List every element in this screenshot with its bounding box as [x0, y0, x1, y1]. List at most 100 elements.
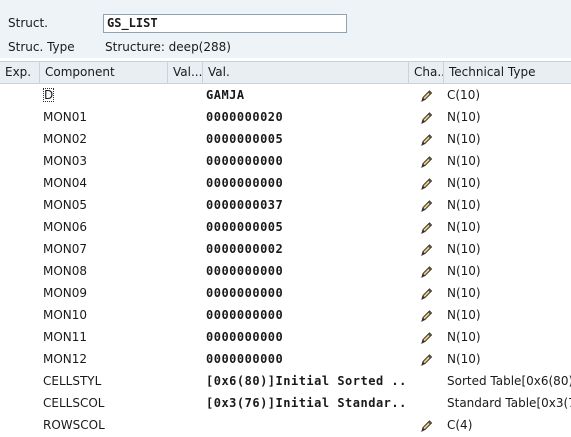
expand-cell[interactable] — [0, 370, 40, 392]
table-row[interactable]: MON07 0000000002 N(10) — [0, 238, 571, 260]
value-cell[interactable]: 0000000000 — [203, 172, 409, 194]
change-cell[interactable] — [409, 326, 444, 348]
change-cell[interactable] — [409, 348, 444, 370]
expand-cell[interactable] — [0, 172, 40, 194]
expand-cell[interactable] — [0, 106, 40, 128]
change-cell[interactable] — [409, 216, 444, 238]
expand-cell[interactable] — [0, 216, 40, 238]
value-cell[interactable]: 0000000000 — [203, 282, 409, 304]
change-cell[interactable] — [409, 238, 444, 260]
change-cell[interactable] — [409, 260, 444, 282]
table-row[interactable]: MON12 0000000000 N(10) — [0, 348, 571, 370]
pencil-icon[interactable] — [409, 414, 444, 436]
component-name[interactable]: CELLSCOL — [40, 392, 168, 414]
expand-cell[interactable] — [0, 194, 40, 216]
value-cell[interactable]: 0000000005 — [203, 216, 409, 238]
pencil-icon[interactable] — [409, 260, 444, 282]
component-label[interactable]: MON12 — [43, 352, 87, 366]
component-name[interactable]: D — [40, 84, 168, 106]
col-header-change[interactable]: Cha... — [409, 62, 444, 83]
pencil-icon[interactable] — [409, 304, 444, 326]
change-cell[interactable] — [409, 304, 444, 326]
value-cell[interactable]: [0x6(80)]Initial Sorted ... — [203, 370, 409, 392]
expand-cell[interactable] — [0, 150, 40, 172]
table-row[interactable]: MON10 0000000000 N(10) — [0, 304, 571, 326]
component-name[interactable]: MON11 — [40, 326, 168, 348]
expand-cell[interactable] — [0, 282, 40, 304]
table-row[interactable]: MON11 0000000000 N(10) — [0, 326, 571, 348]
component-label[interactable]: MON10 — [43, 308, 87, 322]
component-name[interactable]: MON07 — [40, 238, 168, 260]
component-name[interactable]: MON08 — [40, 260, 168, 282]
value-cell[interactable]: 0000000000 — [203, 150, 409, 172]
component-label[interactable]: MON11 — [43, 330, 87, 344]
component-name[interactable]: MON09 — [40, 282, 168, 304]
component-name[interactable]: CELLSTYL — [40, 370, 168, 392]
pencil-icon[interactable] — [409, 216, 444, 238]
pencil-icon[interactable] — [409, 326, 444, 348]
table-row[interactable]: MON02 0000000005 N(10) — [0, 128, 571, 150]
component-name[interactable]: MON01 — [40, 106, 168, 128]
col-header-component[interactable]: Component — [40, 62, 168, 83]
pencil-icon[interactable] — [409, 194, 444, 216]
table-row[interactable]: MON06 0000000005 N(10) — [0, 216, 571, 238]
component-name[interactable]: MON06 — [40, 216, 168, 238]
pencil-icon[interactable] — [409, 172, 444, 194]
table-row[interactable]: ROWSCOL C(4) — [0, 414, 571, 436]
col-header-exp[interactable]: Exp. — [0, 62, 40, 83]
component-label[interactable]: MON01 — [43, 110, 87, 124]
expand-cell[interactable] — [0, 348, 40, 370]
component-label[interactable]: MON03 — [43, 154, 87, 168]
value-cell[interactable]: 0000000000 — [203, 304, 409, 326]
value-cell[interactable]: 0000000000 — [203, 260, 409, 282]
component-name[interactable]: MON12 — [40, 348, 168, 370]
expand-cell[interactable] — [0, 238, 40, 260]
expand-cell[interactable] — [0, 84, 40, 106]
value-cell[interactable]: 0000000037 — [203, 194, 409, 216]
table-row[interactable]: MON05 0000000037 N(10) — [0, 194, 571, 216]
expand-cell[interactable] — [0, 304, 40, 326]
pencil-icon[interactable] — [409, 238, 444, 260]
expand-cell[interactable] — [0, 260, 40, 282]
struct-name-field[interactable]: GS_LIST — [103, 14, 347, 33]
value-cell[interactable]: 0000000005 — [203, 128, 409, 150]
component-label[interactable]: ROWSCOL — [43, 418, 105, 432]
change-cell[interactable] — [409, 370, 444, 392]
component-name[interactable]: MON10 — [40, 304, 168, 326]
component-label[interactable]: MON09 — [43, 286, 87, 300]
expand-cell[interactable] — [0, 414, 40, 436]
pencil-icon[interactable] — [409, 128, 444, 150]
value-cell[interactable] — [203, 414, 409, 436]
table-row[interactable]: MON08 0000000000 N(10) — [0, 260, 571, 282]
value-cell[interactable]: 0000000020 — [203, 106, 409, 128]
value-cell[interactable]: 0000000002 — [203, 238, 409, 260]
table-row[interactable]: CELLSTYL [0x6(80)]Initial Sorted ... Sorte… — [0, 370, 571, 392]
component-label[interactable]: MON05 — [43, 198, 87, 212]
value-cell[interactable]: 0000000000 — [203, 326, 409, 348]
pencil-icon[interactable] — [409, 106, 444, 128]
change-cell[interactable] — [409, 172, 444, 194]
component-name[interactable]: MON05 — [40, 194, 168, 216]
component-label[interactable]: MON07 — [43, 242, 87, 256]
expand-cell[interactable] — [0, 128, 40, 150]
change-cell[interactable] — [409, 150, 444, 172]
component-label[interactable]: MON08 — [43, 264, 87, 278]
table-row[interactable]: MON03 0000000000 N(10) — [0, 150, 571, 172]
change-cell[interactable] — [409, 84, 444, 106]
component-label[interactable]: MON04 — [43, 176, 87, 190]
component-label[interactable]: CELLSTYL — [43, 374, 101, 388]
expand-cell[interactable] — [0, 392, 40, 414]
component-label[interactable]: MON02 — [43, 132, 87, 146]
component-label[interactable]: D — [43, 88, 55, 102]
value-cell[interactable]: 0000000000 — [203, 348, 409, 370]
pencil-icon[interactable] — [409, 282, 444, 304]
table-row[interactable]: MON09 0000000000 N(10) — [0, 282, 571, 304]
change-cell[interactable] — [409, 194, 444, 216]
component-name[interactable]: MON03 — [40, 150, 168, 172]
table-row[interactable]: MON04 0000000000 N(10) — [0, 172, 571, 194]
expand-cell[interactable] — [0, 326, 40, 348]
component-label[interactable]: MON06 — [43, 220, 87, 234]
value-cell[interactable]: [0x3(76)]Initial Standar... — [203, 392, 409, 414]
pencil-icon[interactable] — [409, 84, 444, 106]
component-label[interactable]: CELLSCOL — [43, 396, 104, 410]
